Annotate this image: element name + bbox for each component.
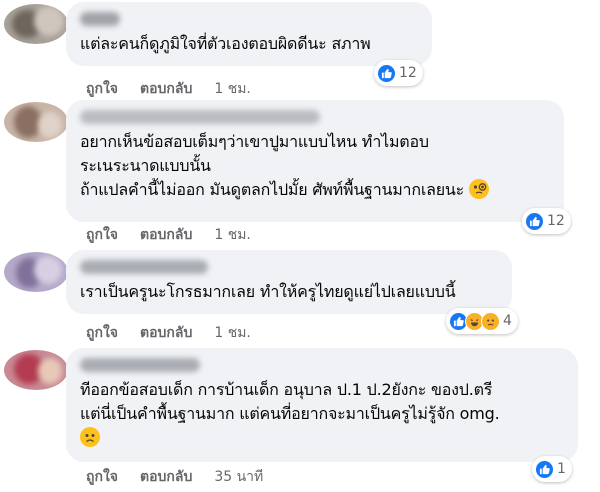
comment-bubble: ทีออกข้อสอบเด็ก การบ้านเด็ก อนุบาล ป.1 ป… — [66, 348, 578, 462]
like-icon — [525, 211, 544, 231]
sad-icon — [481, 311, 500, 331]
comment-bubble: เราเป็นครูนะโกรธมากเลย ทำให้ครูไทยดูแย่ไ… — [66, 250, 512, 314]
author-name[interactable] — [80, 110, 320, 124]
like-button[interactable]: ถูกใจ — [86, 466, 118, 488]
reaction-count: 12 — [547, 213, 565, 229]
comment-actions: ถูกใจ ตอบกลับ 1 ชม. — [86, 224, 273, 246]
comment-text-line-1: ทีออกข้อสอบเด็ก การบ้านเด็ก อนุบาล ป.1 ป… — [80, 380, 493, 399]
author-name[interactable] — [80, 358, 200, 372]
reaction-count: 1 — [557, 461, 566, 477]
reactions-summary[interactable]: 12 — [522, 208, 571, 234]
comment-text: แต่ละคนก็ดูภูมิใจที่ตัวเองตอบผิดดีนะ สภา… — [80, 34, 371, 53]
timestamp[interactable]: 35 นาที — [214, 466, 263, 488]
reply-button[interactable]: ตอบกลับ — [140, 78, 192, 100]
comment-text: เราเป็นครูนะโกรธมากเลย ทำให้ครูไทยดูแย่ไ… — [80, 282, 456, 301]
like-icon — [535, 459, 554, 479]
author-name[interactable] — [80, 260, 208, 274]
avatar[interactable] — [4, 350, 68, 390]
comment-bubble: แต่ละคนก็ดูภูมิใจที่ตัวเองตอบผิดดีนะ สภา… — [66, 2, 432, 66]
comment-actions: ถูกใจ ตอบกลับ 35 นาที — [86, 466, 285, 488]
comment-text-line-2: แต่นี่เป็นคำพื้นฐานมาก แต่คนที่อยากจะมาเ… — [80, 404, 500, 423]
reactions-summary[interactable]: 1 — [532, 456, 572, 482]
reply-button[interactable]: ตอบกลับ — [140, 224, 192, 246]
comment-text-line-3-text: ถ้าแปลคำนี้ไม่ออก มันดูตลกไปมั้ย ศัพท์พื… — [80, 180, 465, 199]
avatar[interactable] — [4, 4, 68, 44]
comment-bubble: อยากเห็นข้อสอบเต็มๆว่าเขาปูมาแบบไหน ทำไม… — [66, 100, 564, 222]
reactions-summary[interactable]: 12 — [374, 60, 423, 86]
timestamp[interactable]: 1 ชม. — [214, 322, 251, 344]
reply-button[interactable]: ตอบกลับ — [140, 322, 192, 344]
reactions-summary[interactable]: 4 — [446, 308, 518, 334]
reaction-count: 4 — [503, 313, 512, 329]
like-button[interactable]: ถูกใจ — [86, 224, 118, 246]
monocle-face-emoji — [468, 179, 489, 199]
comment-text-line-3: ถ้าแปลคำนี้ไม่ออก มันดูตลกไปมั้ย ศัพท์พื… — [80, 178, 550, 202]
comment-text-line-2: ระเนระนาดแบบนั้น — [80, 156, 211, 175]
reply-button[interactable]: ตอบกลับ — [140, 466, 192, 488]
author-name[interactable] — [80, 12, 120, 26]
like-button[interactable]: ถูกใจ — [86, 78, 118, 100]
timestamp[interactable]: 1 ชม. — [214, 224, 251, 246]
like-button[interactable]: ถูกใจ — [86, 322, 118, 344]
avatar[interactable] — [4, 102, 68, 142]
comment-actions: ถูกใจ ตอบกลับ 1 ชม. — [86, 322, 273, 344]
avatar[interactable] — [4, 252, 68, 292]
frowning-face-emoji — [80, 427, 100, 447]
comment-text-line-3 — [80, 426, 564, 450]
timestamp[interactable]: 1 ชม. — [214, 78, 251, 100]
reaction-count: 12 — [399, 65, 417, 81]
comment-actions: ถูกใจ ตอบกลับ 1 ชม. — [86, 78, 273, 100]
comment-text-line-1: อยากเห็นข้อสอบเต็มๆว่าเขาปูมาแบบไหน ทำไม… — [80, 132, 429, 151]
like-icon — [377, 63, 396, 83]
